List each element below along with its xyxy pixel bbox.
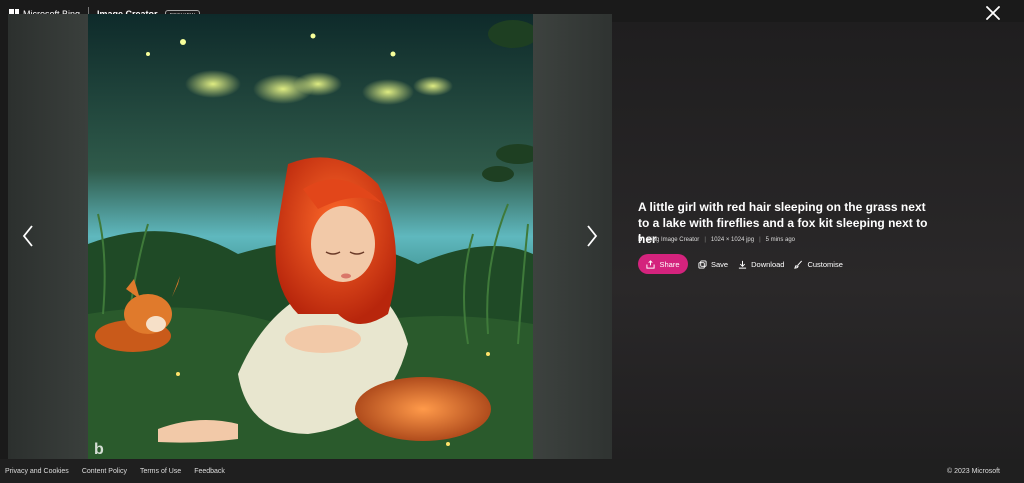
bing-watermark: b xyxy=(94,441,104,458)
download-icon xyxy=(739,260,747,269)
image-dimensions: 1024 × 1024 jpg xyxy=(710,236,755,243)
footer-link-privacy[interactable]: Privacy and Cookies xyxy=(5,468,69,475)
close-button[interactable] xyxy=(986,6,1000,20)
next-image-button[interactable] xyxy=(583,223,601,249)
chevron-left-icon xyxy=(22,225,33,247)
page-footer: Privacy and Cookies Content Policy Terms… xyxy=(0,459,1024,483)
generated-image[interactable]: b xyxy=(88,14,533,459)
customise-button[interactable]: Customise xyxy=(794,259,843,269)
previous-image-button[interactable] xyxy=(19,223,37,249)
action-bar: Share Save Download Customise xyxy=(638,254,843,274)
customise-label: Customise xyxy=(807,259,843,269)
image-meta: b Bing Image Creator | 1024 × 1024 jpg |… xyxy=(638,236,795,243)
footer-link-terms[interactable]: Terms of Use xyxy=(140,468,181,475)
image-source: Bing Image Creator xyxy=(647,236,700,243)
share-icon xyxy=(646,259,656,269)
save-label: Save xyxy=(711,259,729,269)
footer-link-feedback[interactable]: Feedback xyxy=(194,468,225,475)
save-button[interactable]: Save xyxy=(698,260,728,269)
image-age: 5 mins ago xyxy=(765,236,796,243)
bing-icon: b xyxy=(638,236,643,243)
meta-separator: | xyxy=(759,236,761,243)
collection-icon xyxy=(698,259,707,269)
copyright: © 2023 Microsoft xyxy=(946,467,1000,475)
share-label: Share xyxy=(659,259,680,269)
download-button[interactable]: Download xyxy=(738,260,784,269)
download-label: Download xyxy=(751,259,785,269)
share-button[interactable]: Share xyxy=(638,254,688,274)
chevron-right-icon xyxy=(587,225,598,247)
brush-icon xyxy=(794,260,803,269)
footer-link-content-policy[interactable]: Content Policy xyxy=(82,468,127,475)
close-icon xyxy=(986,6,1000,20)
meta-separator: | xyxy=(704,236,706,243)
